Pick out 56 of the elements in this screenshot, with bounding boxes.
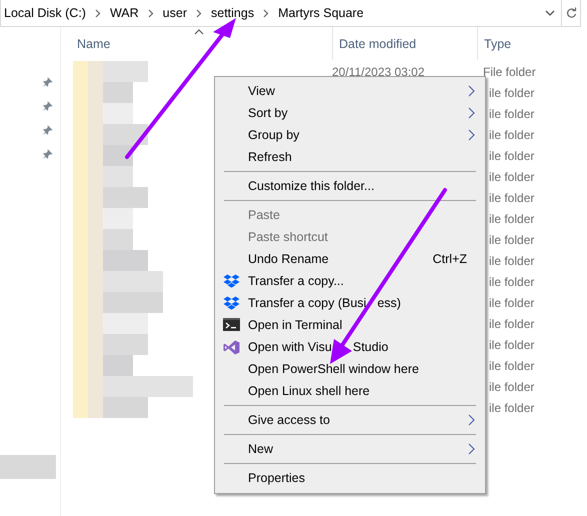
type-cell: ile folder <box>489 274 534 288</box>
type-cell: ile folder <box>489 212 534 226</box>
breadcrumb[interactable]: Local Disk (C:) <box>4 6 86 20</box>
date-cell: 20/11/2023 03:02 <box>332 64 425 78</box>
type-cell: ile folder <box>489 254 534 268</box>
menu-item[interactable]: Transfer a copy (Busi ess) <box>215 292 485 314</box>
menu-item[interactable]: Undo Rename Ctrl+Z <box>215 248 485 270</box>
menu-item[interactable]: New <box>215 438 485 460</box>
box-stack-icon <box>223 296 240 310</box>
type-cell: ile folder <box>489 170 534 184</box>
type-cell: File folder <box>483 64 536 78</box>
menu-item[interactable]: Sort by <box>215 102 485 124</box>
type-cell: ile folder <box>489 358 534 372</box>
breadcrumb[interactable]: WAR <box>110 6 139 20</box>
menu-item[interactable]: Give access to <box>215 409 485 431</box>
pin-icon[interactable] <box>43 101 53 111</box>
box-stack-icon <box>223 274 240 288</box>
pin-icon[interactable] <box>43 77 53 87</box>
menu-item[interactable]: Group by <box>215 124 485 146</box>
pin-icon[interactable] <box>43 149 53 159</box>
type-cell: ile folder <box>489 106 534 120</box>
column-header[interactable]: Date modified <box>332 27 477 60</box>
type-cell: ile folder <box>489 380 534 394</box>
breadcrumb-separator-icon <box>196 8 202 18</box>
menu-item[interactable]: Refresh <box>215 146 485 168</box>
menu-item[interactable]: Open with Visu Studio <box>215 336 485 358</box>
menu-item[interactable]: Open in Terminal <box>215 314 485 336</box>
type-cell: ile folder <box>489 128 534 142</box>
infinity-ribbon-icon <box>223 340 240 355</box>
type-cell: ile folder <box>489 400 534 414</box>
breadcrumb-separator-icon <box>263 8 270 18</box>
type-cell: ile folder <box>489 316 534 330</box>
type-cell: ile folder <box>489 338 534 352</box>
type-cell: ile folder <box>489 148 534 162</box>
menu-item[interactable]: Properties <box>215 467 485 489</box>
breadcrumb[interactable]: Martyrs Square <box>278 6 364 20</box>
type-cell: ile folder <box>489 296 534 310</box>
type-cell: ile folder <box>489 232 534 246</box>
menu-item[interactable]: Transfer a copy... <box>215 270 485 292</box>
sort-caret-icon <box>194 29 204 35</box>
breadcrumb-separator-icon <box>94 8 101 18</box>
column-header[interactable]: Type <box>477 27 587 60</box>
breadcrumb[interactable]: user <box>162 6 187 20</box>
type-cell: ile folder <box>489 190 534 204</box>
pin-icon[interactable] <box>43 125 53 135</box>
menu-item[interactable]: Customize this folder... <box>215 175 485 197</box>
type-cell: ile folder <box>489 86 534 100</box>
dropdown-chevron-icon[interactable] <box>545 10 555 16</box>
column-header[interactable]: Name <box>61 27 332 60</box>
menu-item[interactable]: View <box>215 80 485 102</box>
menu-item[interactable]: Open Linux shell here <box>215 380 485 402</box>
terminal-icon <box>223 318 240 331</box>
refresh-icon[interactable] <box>566 7 576 19</box>
breadcrumb[interactable]: settings <box>211 6 254 20</box>
breadcrumb-separator-icon <box>148 8 154 18</box>
menu-item[interactable]: Open PowerShell window here <box>215 358 485 380</box>
